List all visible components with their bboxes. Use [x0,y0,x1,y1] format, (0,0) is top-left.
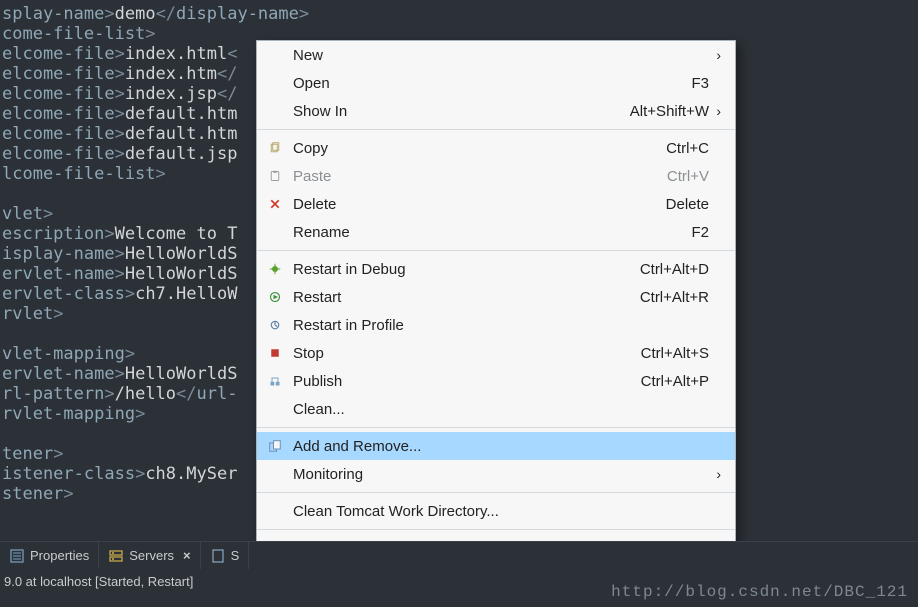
delete-icon [263,194,287,214]
properties-icon [9,548,25,564]
menu-item-delete[interactable]: DeleteDelete [257,190,735,218]
menu-item-label: Stop [289,345,609,362]
watermark-text: http://blog.csdn.net/DBC_121 [611,583,908,601]
menu-item-shortcut: F2 [609,224,709,241]
menu-item-label: Clean Tomcat Work Directory... [289,503,609,520]
run-icon [263,287,287,307]
menu-item-show-in[interactable]: Show InAlt+Shift+W› [257,97,735,125]
paste-icon [263,166,287,186]
menu-separator [257,427,735,428]
publish-icon [263,371,287,391]
menu-item-paste: PasteCtrl+V [257,162,735,190]
menu-item-publish[interactable]: PublishCtrl+Alt+P [257,367,735,395]
tab-label: S [231,548,240,563]
menu-separator [257,250,735,251]
menu-item-restart[interactable]: RestartCtrl+Alt+R [257,283,735,311]
menu-item-label: Rename [289,224,609,241]
menu-item-shortcut: Ctrl+Alt+R [609,289,709,306]
code-line: splay-name>demo</display-name> [0,4,918,24]
addremove-icon [263,436,287,456]
submenu-chevron-icon: › [709,47,721,63]
menu-item-shortcut: Ctrl+C [609,140,709,157]
menu-item-stop[interactable]: StopCtrl+Alt+S [257,339,735,367]
menu-item-label: Paste [289,168,609,185]
submenu-chevron-icon: › [709,103,721,119]
menu-item-restart-in-debug[interactable]: Restart in DebugCtrl+Alt+D [257,255,735,283]
menu-item-label: Monitoring [289,466,609,483]
menu-item-label: Clean... [289,401,609,418]
menu-item-label: Add and Remove... [289,438,609,455]
debug-icon [263,259,287,279]
servers-icon [108,548,124,564]
menu-item-shortcut: Ctrl+Alt+P [609,373,709,390]
menu-item-shortcut: Delete [609,196,709,213]
close-icon[interactable]: × [183,548,191,563]
menu-item-clean-tomcat-work-directory[interactable]: Clean Tomcat Work Directory... [257,497,735,525]
menu-item-label: Copy [289,140,609,157]
tab-servers[interactable]: Servers × [99,542,200,569]
submenu-chevron-icon: › [709,466,721,482]
menu-item-shortcut: Ctrl+Alt+D [609,261,709,278]
menu-separator [257,529,735,530]
tab-label: Properties [30,548,89,563]
tab-s[interactable]: S [201,542,250,569]
menu-item-label: Restart in Debug [289,261,609,278]
menu-item-open[interactable]: OpenF3 [257,69,735,97]
menu-item-shortcut: Alt+Shift+W [609,103,709,120]
server-status-text: 9.0 at localhost [Started, Restart] [4,574,193,589]
menu-item-add-and-remove[interactable]: Add and Remove... [257,432,735,460]
menu-item-shortcut: F3 [609,75,709,92]
menu-item-label: Restart [289,289,609,306]
menu-separator [257,129,735,130]
menu-item-label: Restart in Profile [289,317,609,334]
menu-item-label: Open [289,75,609,92]
menu-item-label: Delete [289,196,609,213]
menu-item-shortcut: Ctrl+Alt+S [609,345,709,362]
snippets-icon [210,548,226,564]
tab-properties[interactable]: Properties [0,542,99,569]
menu-item-label: Publish [289,373,609,390]
menu-item-restart-in-profile[interactable]: Restart in Profile [257,311,735,339]
menu-item-clean[interactable]: Clean... [257,395,735,423]
profile-icon [263,315,287,335]
copy-icon [263,138,287,158]
menu-item-label: Show In [289,103,609,120]
bottom-tab-bar: Properties Servers × S [0,541,918,569]
menu-item-copy[interactable]: CopyCtrl+C [257,134,735,162]
menu-separator [257,492,735,493]
context-menu: New›OpenF3Show InAlt+Shift+W›CopyCtrl+CP… [256,40,736,563]
tab-label: Servers [129,548,174,563]
menu-item-new[interactable]: New › [257,41,735,69]
menu-item-shortcut: Ctrl+V [609,168,709,185]
menu-item-label: New [289,47,609,64]
stop-icon [263,343,287,363]
menu-item-rename[interactable]: RenameF2 [257,218,735,246]
menu-item-monitoring[interactable]: Monitoring › [257,460,735,488]
